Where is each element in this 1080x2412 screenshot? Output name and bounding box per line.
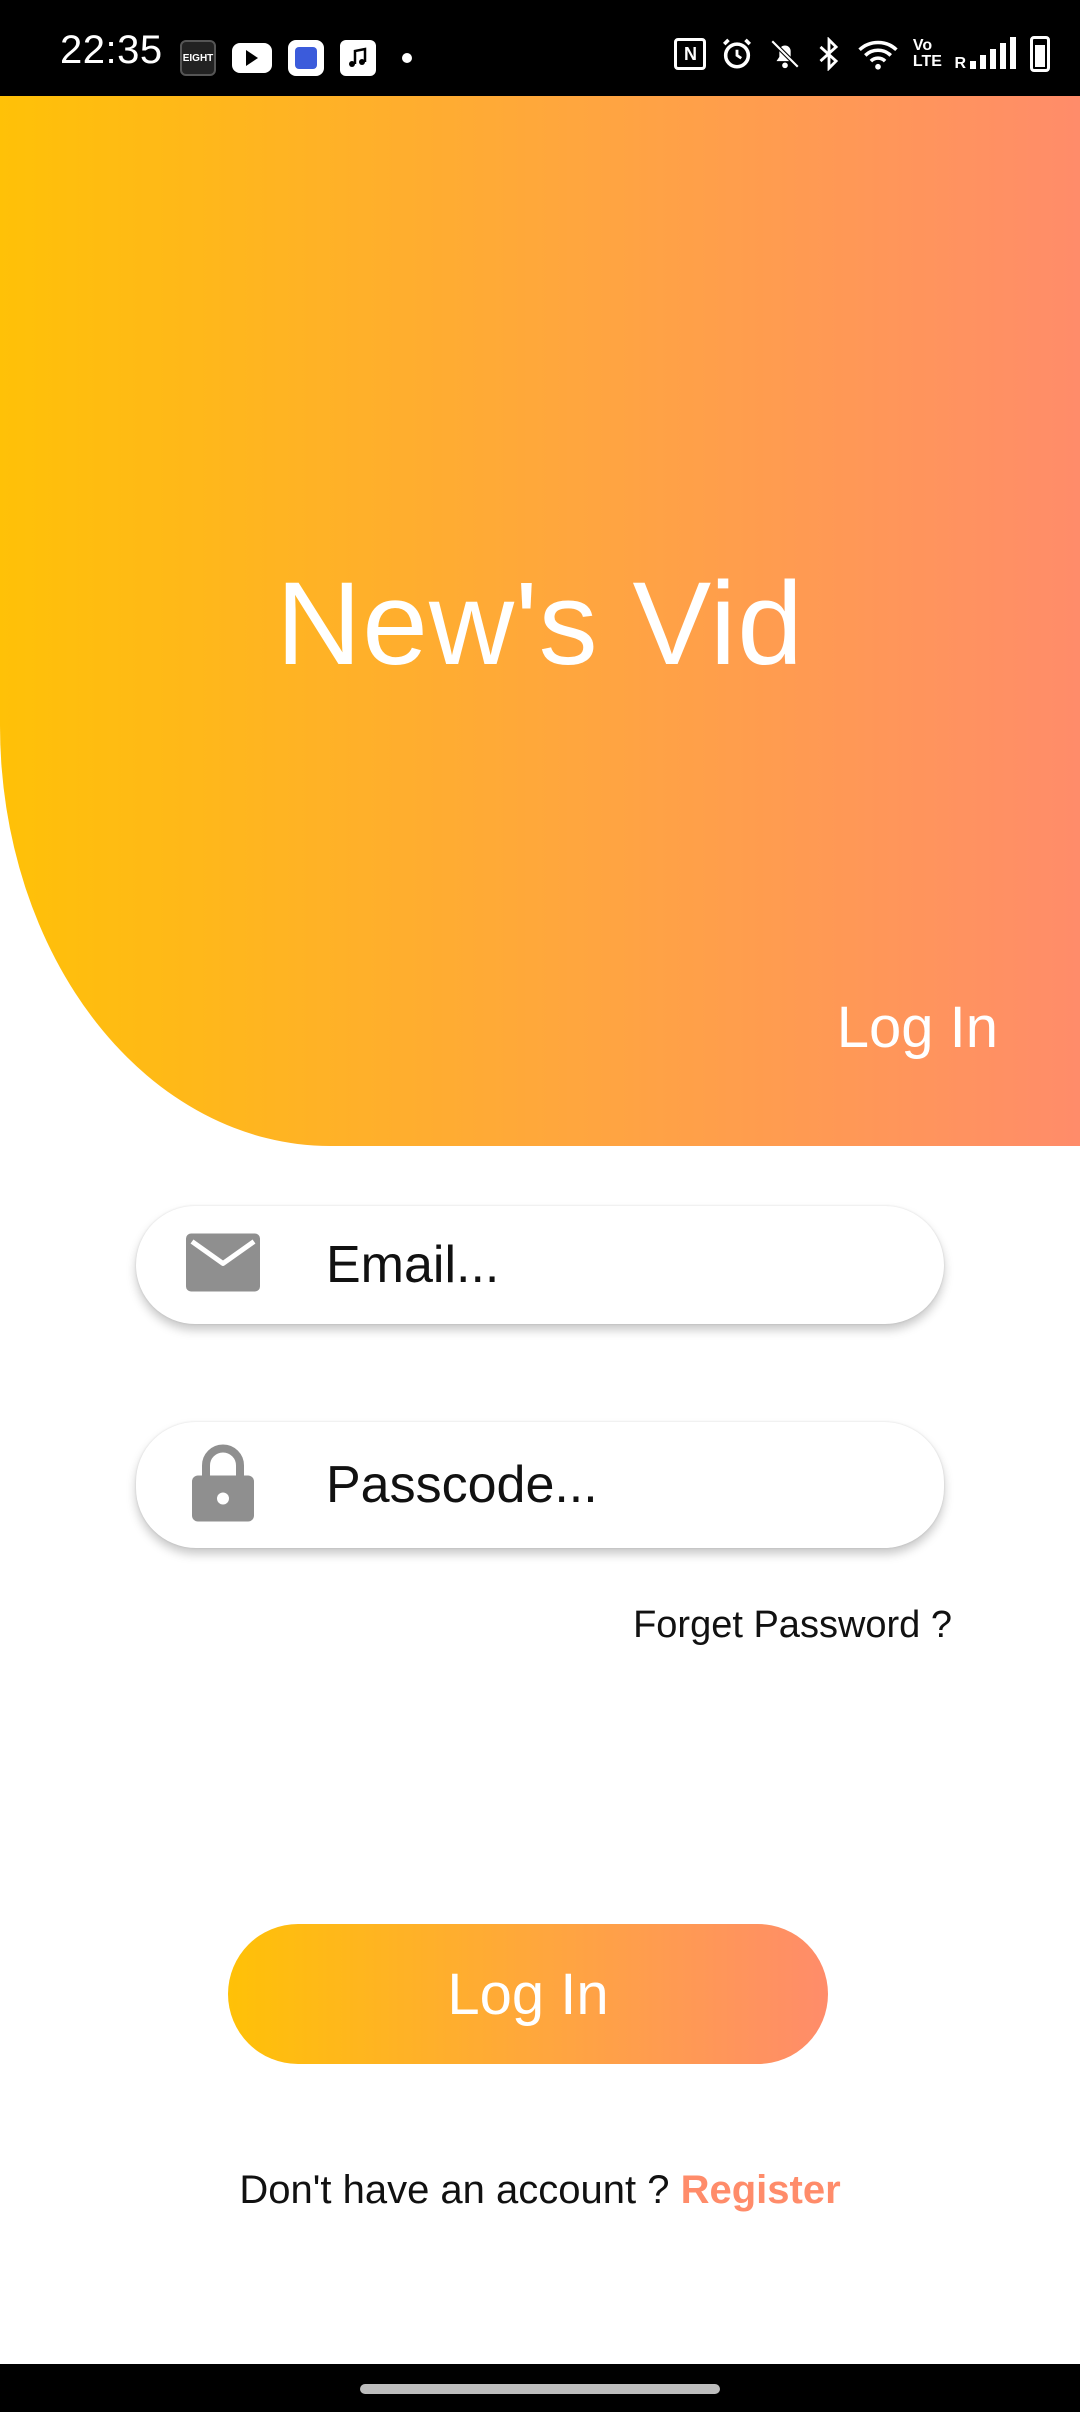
music-app-icon xyxy=(340,40,376,76)
youtube-icon xyxy=(232,43,272,73)
wifi-icon xyxy=(856,36,900,72)
forget-password-link[interactable]: Forget Password ? xyxy=(633,1604,952,1647)
bluetooth-icon xyxy=(816,36,842,72)
login-button[interactable]: Log In xyxy=(228,1924,828,2064)
email-input[interactable] xyxy=(326,1235,886,1295)
screen-title: Log In xyxy=(836,995,998,1060)
status-right-icons: N Vo LTE R xyxy=(674,36,1050,72)
no-account-text: Don't have an account ? xyxy=(239,2168,670,2212)
email-field[interactable] xyxy=(136,1206,944,1324)
passcode-input[interactable] xyxy=(326,1455,886,1515)
alarm-icon xyxy=(720,36,754,72)
store-app-icon xyxy=(288,40,324,76)
header-gradient: New's Vid Log In xyxy=(0,96,1080,1146)
email-icon xyxy=(186,1233,260,1297)
home-gesture-handle[interactable] xyxy=(360,2384,720,2394)
status-time: 22:35 xyxy=(60,28,163,72)
lock-icon xyxy=(192,1444,254,1527)
app-title: New's Vid xyxy=(276,558,804,690)
signal-icon: R xyxy=(954,36,1016,72)
register-prompt: Don't have an account ? Register xyxy=(0,2168,1080,2213)
passcode-field[interactable] xyxy=(136,1422,944,1548)
register-link[interactable]: Register xyxy=(681,2168,841,2212)
roaming-label: R xyxy=(954,55,966,72)
volte-icon: Vo LTE xyxy=(912,37,942,70)
notification-dot-icon xyxy=(402,53,412,63)
status-bar: 22:35 EIGHT N Vo LTE R xyxy=(0,0,1080,96)
nfc-icon: N xyxy=(674,38,707,70)
eight-app-icon: EIGHT xyxy=(180,40,216,76)
battery-icon xyxy=(1030,36,1050,72)
eight-app-label: EIGHT xyxy=(182,52,214,64)
bell-muted-icon xyxy=(768,36,802,72)
navigation-bar xyxy=(0,2364,1080,2412)
status-left-icons: EIGHT xyxy=(180,40,412,76)
